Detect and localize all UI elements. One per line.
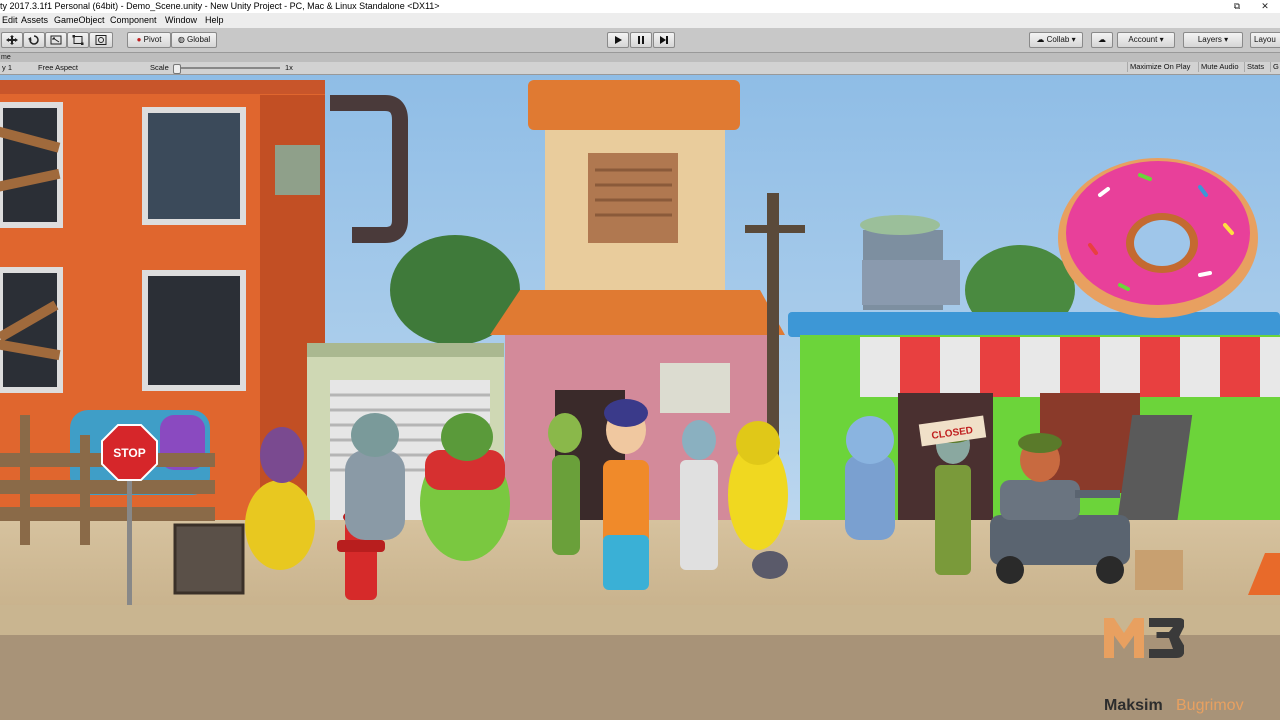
step-button[interactable] [653, 32, 675, 48]
chevron-down-icon: ▾ [1071, 35, 1076, 44]
logo-last-name: Bugrimov [1176, 697, 1244, 714]
chevron-down-icon: ▾ [1159, 35, 1164, 44]
menu-edit[interactable]: Edit [2, 13, 18, 28]
menu-help[interactable]: Help [205, 13, 224, 28]
curb [0, 605, 1280, 635]
collab-label: Collab [1046, 35, 1070, 44]
globe-icon: ◍ [177, 35, 185, 44]
logo-first-name: Maksim [1104, 697, 1163, 714]
author-logo: Maksim Bugrimov [1098, 598, 1268, 716]
scale-value: 1x [285, 63, 293, 72]
layers-dropdown[interactable]: Layers ▾ [1183, 32, 1243, 48]
menu-gameobject[interactable]: GameObject [54, 13, 105, 28]
pivot-label: Pivot [143, 35, 162, 44]
tab-game[interactable]: me [1, 53, 11, 62]
display-dropdown[interactable]: y 1 [2, 62, 12, 74]
window-title: ty 2017.3.1f1 Personal (64bit) - Demo_Sc… [0, 1, 440, 11]
main-toolbar: ● Pivot ◍ Global ☁ Collab ▾ ☁ Account ▾ … [0, 28, 1280, 53]
menu-window[interactable]: Window [165, 13, 197, 28]
scale-tool-icon[interactable] [45, 32, 67, 48]
character-boy [603, 460, 649, 545]
rect-tool-icon[interactable] [67, 32, 89, 48]
layout-dropdown[interactable]: Layou [1250, 32, 1280, 48]
cloud-services-icon[interactable]: ☁ [1091, 32, 1113, 48]
game-view-control-bar: y 1 Free Aspect Scale 1x Maximize On Pla… [0, 62, 1280, 75]
global-label: Global [187, 35, 211, 44]
pause-button[interactable] [630, 32, 652, 48]
transform-tool-icon[interactable] [89, 32, 113, 48]
pivot-icon: ● [136, 35, 142, 44]
scale-slider-thumb[interactable] [173, 64, 181, 74]
game-tab-row: me [0, 53, 1280, 62]
donut [1058, 158, 1258, 318]
character-soldier [935, 465, 971, 575]
pole-crossbar [745, 225, 805, 233]
character-duck [245, 480, 315, 570]
global-toggle[interactable]: ◍ Global [171, 32, 217, 48]
account-label: Account [1128, 35, 1158, 44]
menu-assets[interactable]: Assets [21, 13, 48, 28]
cardboard-box [1135, 550, 1183, 590]
crate [173, 523, 245, 595]
layout-label: Layou [1254, 35, 1276, 44]
menu-component[interactable]: Component [110, 13, 157, 28]
gizmos-dropdown[interactable]: G [1270, 62, 1280, 72]
restore-window-icon[interactable]: ⧉ [1222, 0, 1252, 13]
layers-label: Layers [1197, 35, 1222, 44]
move-tool-icon[interactable] [1, 32, 23, 48]
play-button[interactable] [607, 32, 629, 48]
collab-icon: ☁ [1036, 35, 1045, 44]
mute-audio-toggle[interactable]: Mute Audio [1198, 62, 1241, 72]
scale-label: Scale [150, 63, 169, 72]
rotate-tool-icon[interactable] [23, 32, 45, 48]
character-rat [752, 551, 788, 579]
mb-logo-icon [1104, 618, 1184, 658]
pivot-toggle[interactable]: ● Pivot [127, 32, 171, 48]
character-zombie [552, 455, 580, 555]
scene-render: STOP CLOSED [0, 75, 1280, 720]
chevron-down-icon: ▾ [1224, 35, 1229, 44]
character-scientist [680, 460, 718, 570]
character-blue-monster [845, 455, 895, 540]
stats-toggle[interactable]: Stats [1244, 62, 1266, 72]
character-troll [345, 450, 405, 540]
scale-slider[interactable] [173, 64, 280, 74]
menu-bar: Edit Assets GameObject Component Window … [0, 13, 1280, 28]
stop-sign-text: STOP [113, 446, 145, 460]
close-window-icon[interactable]: ✕ [1250, 0, 1280, 13]
window-title-bar: ty 2017.3.1f1 Personal (64bit) - Demo_Sc… [0, 0, 1280, 13]
collab-dropdown[interactable]: ☁ Collab ▾ [1029, 32, 1083, 48]
street [0, 635, 1280, 720]
game-viewport[interactable]: STOP CLOSED [0, 75, 1280, 720]
maximize-on-play-toggle[interactable]: Maximize On Play [1127, 62, 1192, 72]
account-dropdown[interactable]: Account ▾ [1117, 32, 1175, 48]
aspect-dropdown[interactable]: Free Aspect [38, 62, 78, 74]
